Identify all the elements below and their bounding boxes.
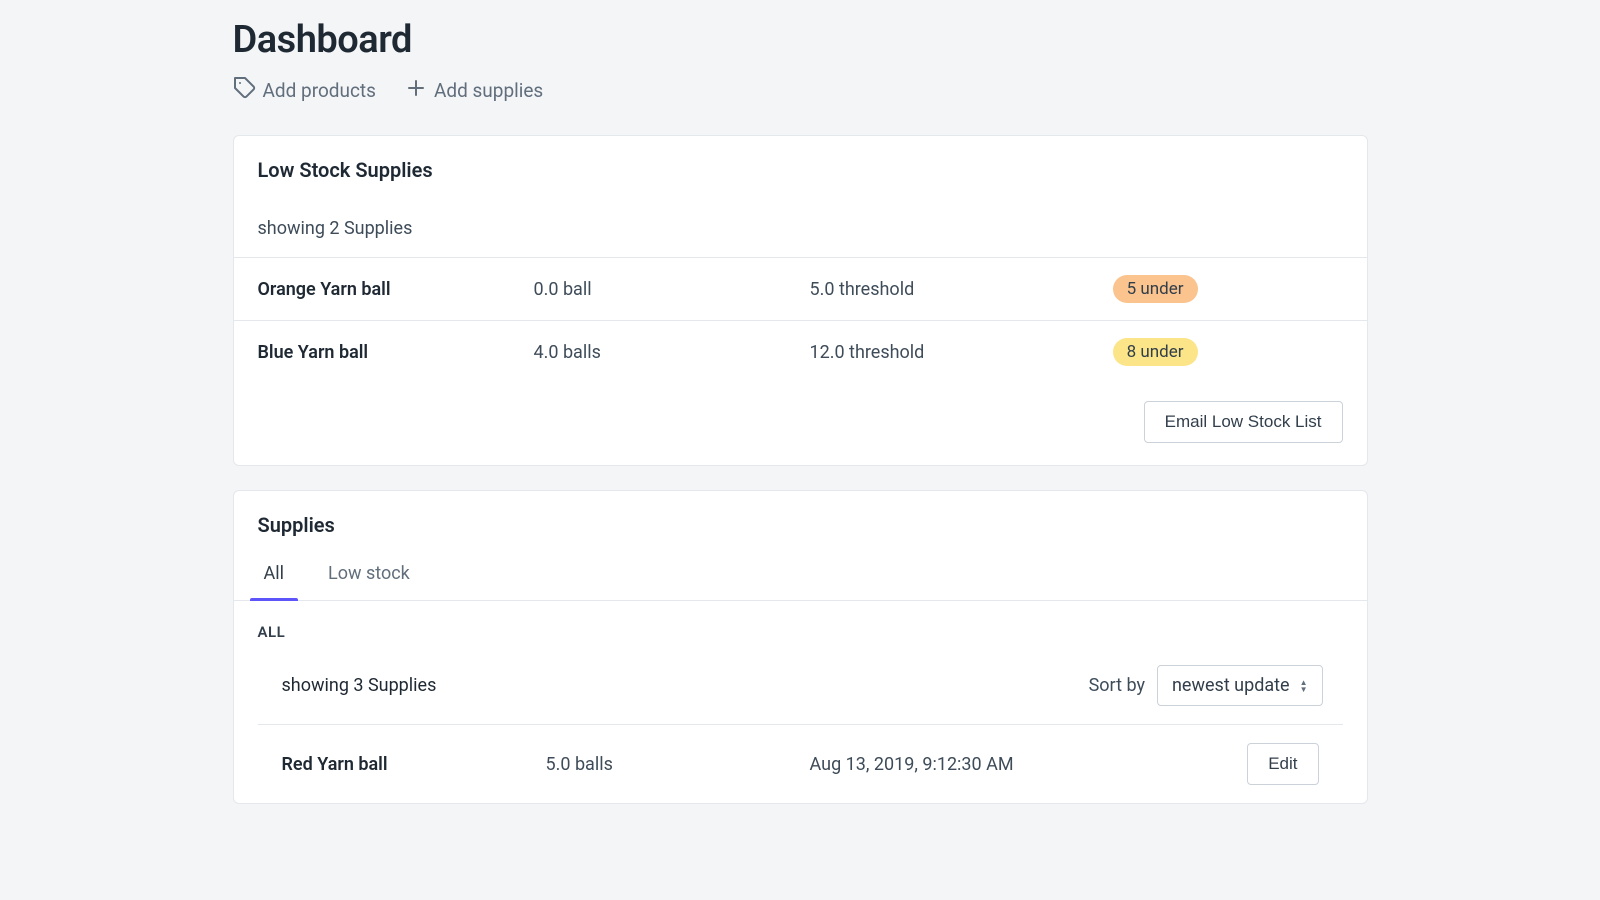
supply-qty: 0.0 ball: [534, 279, 810, 300]
supply-qty: 4.0 balls: [534, 342, 810, 363]
supply-name: Blue Yarn ball: [258, 342, 534, 363]
tab-low-stock[interactable]: Low stock: [306, 545, 432, 600]
add-products-label: Add products: [263, 79, 376, 102]
section-label: ALL: [234, 601, 1367, 641]
supplies-card: Supplies All Low stock ALL showing 3 Sup…: [233, 490, 1368, 804]
supply-threshold: 12.0 threshold: [810, 342, 1113, 363]
low-stock-card: Low Stock Supplies showing 2 Supplies Or…: [233, 135, 1368, 466]
edit-button[interactable]: Edit: [1247, 743, 1318, 785]
sort-by-label: Sort by: [1089, 675, 1145, 696]
sort-value: newest update: [1172, 675, 1290, 696]
supply-row: Red Yarn ball 5.0 balls Aug 13, 2019, 9:…: [258, 724, 1343, 803]
add-supplies-link[interactable]: Add supplies: [404, 76, 543, 105]
under-badge: 5 under: [1113, 275, 1198, 303]
plus-icon: [404, 76, 428, 105]
supply-name: Orange Yarn ball: [258, 279, 534, 300]
low-stock-showing: showing 2 Supplies: [234, 190, 1367, 257]
low-stock-row: Orange Yarn ball 0.0 ball 5.0 threshold …: [234, 257, 1367, 320]
supply-threshold: 5.0 threshold: [810, 279, 1113, 300]
supply-qty: 5.0 balls: [546, 754, 810, 775]
sort-arrows-icon: ▲▼: [1300, 679, 1308, 693]
supplies-tabs: All Low stock: [234, 545, 1367, 601]
under-badge: 8 under: [1113, 338, 1198, 366]
low-stock-row: Blue Yarn ball 4.0 balls 12.0 threshold …: [234, 320, 1367, 383]
tag-icon: [233, 76, 257, 105]
action-links: Add products Add supplies: [233, 76, 1368, 105]
supplies-title: Supplies: [258, 513, 1343, 537]
email-low-stock-button[interactable]: Email Low Stock List: [1144, 401, 1343, 443]
sort-select[interactable]: newest update ▲▼: [1157, 665, 1323, 706]
supply-name: Red Yarn ball: [282, 754, 546, 775]
supplies-showing: showing 3 Supplies: [282, 675, 437, 696]
add-products-link[interactable]: Add products: [233, 76, 376, 105]
add-supplies-label: Add supplies: [434, 79, 543, 102]
tab-all[interactable]: All: [242, 545, 307, 600]
page-title: Dashboard: [233, 18, 1368, 62]
low-stock-title: Low Stock Supplies: [258, 158, 1343, 182]
supply-date: Aug 13, 2019, 9:12:30 AM: [810, 754, 1248, 775]
